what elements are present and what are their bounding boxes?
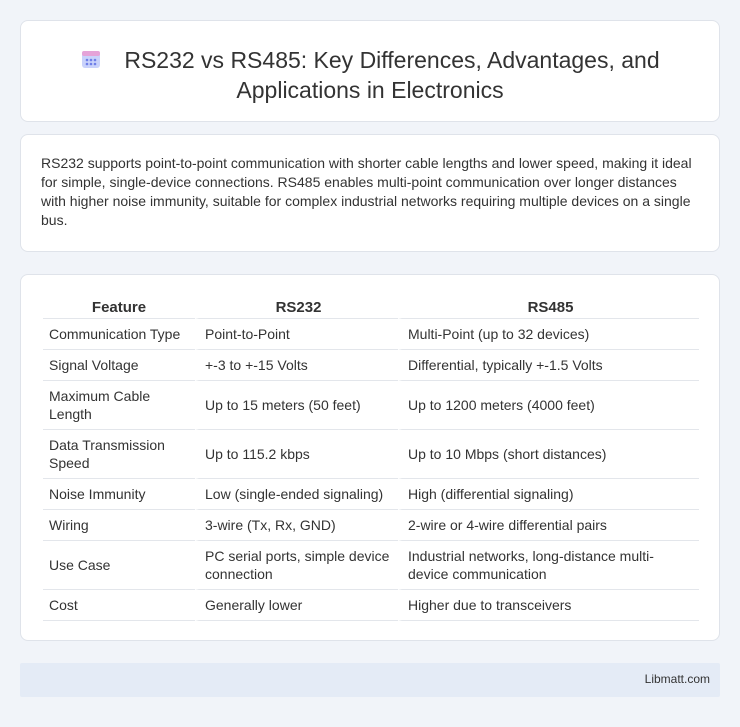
- feature-cell: Wiring: [43, 510, 195, 541]
- title-wrap: RS232 vs RS485: Key Differences, Advanta…: [21, 45, 719, 105]
- rs232-cell: Up to 15 meters (50 feet): [195, 381, 398, 430]
- table-row: Use Case PC serial ports, simple device …: [43, 541, 699, 590]
- header-feature: Feature: [43, 295, 195, 319]
- rs485-cell: Differential, typically +-1.5 Volts: [398, 350, 699, 381]
- page-title: RS232 vs RS485: Key Differences, Advanta…: [124, 47, 660, 103]
- comparison-table-card: Feature RS232 RS485 Communication Type P…: [20, 274, 720, 641]
- summary-card: RS232 supports point-to-point communicat…: [20, 134, 720, 252]
- rs485-cell: Higher due to transceivers: [398, 590, 699, 621]
- rs485-cell: Industrial networks, long-distance multi…: [398, 541, 699, 590]
- rs232-cell: Low (single-ended signaling): [195, 479, 398, 510]
- feature-cell: Communication Type: [43, 319, 195, 350]
- rs232-cell: PC serial ports, simple device connectio…: [195, 541, 398, 590]
- table-row: Communication Type Point-to-Point Multi-…: [43, 319, 699, 350]
- table-row: Maximum Cable Length Up to 15 meters (50…: [43, 381, 699, 430]
- summary-text: RS232 supports point-to-point communicat…: [41, 155, 692, 228]
- table-header-row: Feature RS232 RS485: [43, 295, 699, 319]
- feature-cell: Cost: [43, 590, 195, 621]
- feature-cell: Data Transmission Speed: [43, 430, 195, 479]
- footer-site-link[interactable]: Libmatt.com: [645, 672, 710, 686]
- rs232-cell: Generally lower: [195, 590, 398, 621]
- header-card: RS232 vs RS485: Key Differences, Advanta…: [20, 20, 720, 122]
- rs232-cell: 3-wire (Tx, Rx, GND): [195, 510, 398, 541]
- footer-bar: Libmatt.com: [20, 663, 720, 697]
- rs485-cell: High (differential signaling): [398, 479, 699, 510]
- rs485-cell: 2-wire or 4-wire differential pairs: [398, 510, 699, 541]
- rs485-cell: Up to 10 Mbps (short distances): [398, 430, 699, 479]
- calendar-icon: [82, 51, 101, 68]
- rs232-cell: Up to 115.2 kbps: [195, 430, 398, 479]
- rs232-cell: +-3 to +-15 Volts: [195, 350, 398, 381]
- feature-cell: Signal Voltage: [43, 350, 195, 381]
- comparison-table: Feature RS232 RS485 Communication Type P…: [43, 295, 699, 621]
- header-rs232: RS232: [195, 295, 398, 319]
- table-row: Cost Generally lower Higher due to trans…: [43, 590, 699, 621]
- feature-cell: Use Case: [43, 541, 195, 590]
- table-row: Signal Voltage +-3 to +-15 Volts Differe…: [43, 350, 699, 381]
- rs485-cell: Multi-Point (up to 32 devices): [398, 319, 699, 350]
- rs232-cell: Point-to-Point: [195, 319, 398, 350]
- header-rs485: RS485: [398, 295, 699, 319]
- table-row: Wiring 3-wire (Tx, Rx, GND) 2-wire or 4-…: [43, 510, 699, 541]
- rs485-cell: Up to 1200 meters (4000 feet): [398, 381, 699, 430]
- feature-cell: Maximum Cable Length: [43, 381, 195, 430]
- feature-cell: Noise Immunity: [43, 479, 195, 510]
- table-row: Data Transmission Speed Up to 115.2 kbps…: [43, 430, 699, 479]
- table-row: Noise Immunity Low (single-ended signali…: [43, 479, 699, 510]
